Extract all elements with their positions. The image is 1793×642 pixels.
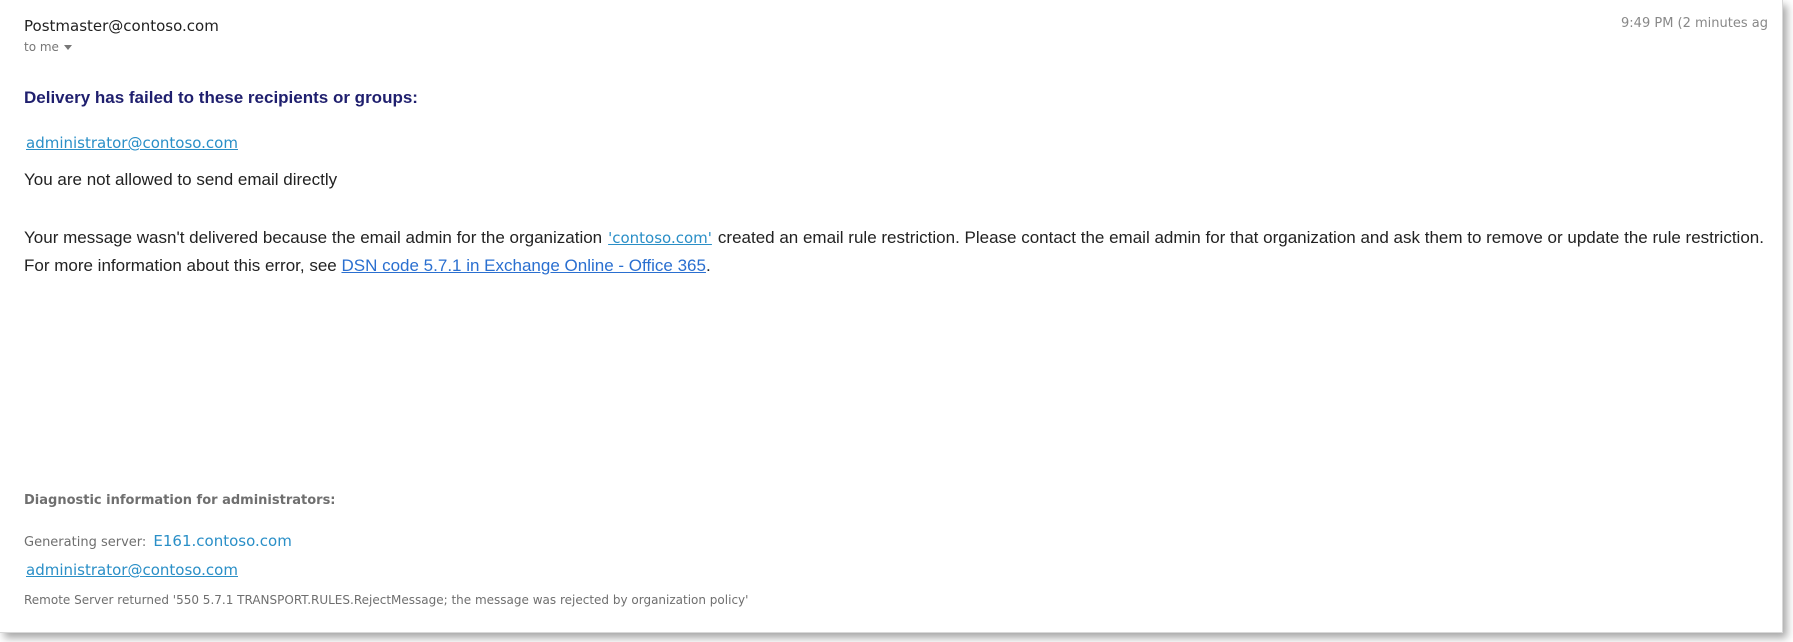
more-info-prefix: For more information about this error, s… xyxy=(24,256,342,275)
failure-reason: You are not allowed to send email direct… xyxy=(24,170,338,189)
explanation-suffix: created an email rule restriction. Pleas… xyxy=(717,228,1764,247)
to-me-label: to me xyxy=(24,40,59,54)
delivery-failed-heading: Delivery has failed to these recipients … xyxy=(24,88,418,107)
generating-server-link[interactable]: E161.contoso.com xyxy=(153,532,291,550)
recipient-details-toggle[interactable]: to me xyxy=(24,40,72,54)
generating-server-label: Generating server: xyxy=(24,535,147,550)
failure-explanation: Your message wasn't delivered because th… xyxy=(24,224,1769,279)
more-info-suffix: . xyxy=(705,256,711,275)
diagnostic-heading: Diagnostic information for administrator… xyxy=(24,493,336,508)
sender-address[interactable]: Postmaster@contoso.com xyxy=(24,17,219,35)
organization-link[interactable]: 'contoso.com' xyxy=(608,229,712,247)
message-timestamp: 9:49 PM (2 minutes ag xyxy=(1621,16,1768,31)
chevron-down-icon[interactable] xyxy=(63,45,72,50)
failed-recipient-link[interactable]: administrator@contoso.com xyxy=(26,134,238,152)
generating-server: Generating server: E161.contoso.com xyxy=(24,532,292,550)
explanation-prefix: Your message wasn't delivered because th… xyxy=(24,228,603,247)
remote-server-message: Remote Server returned '550 5.7.1 TRANSP… xyxy=(24,593,749,607)
diagnostic-recipient-link[interactable]: administrator@contoso.com xyxy=(26,561,238,579)
dsn-code-link[interactable]: DSN code 5.7.1 in Exchange Online - Offi… xyxy=(341,256,705,275)
email-message-pane: Postmaster@contoso.com to me 9:49 PM (2 … xyxy=(0,0,1783,633)
